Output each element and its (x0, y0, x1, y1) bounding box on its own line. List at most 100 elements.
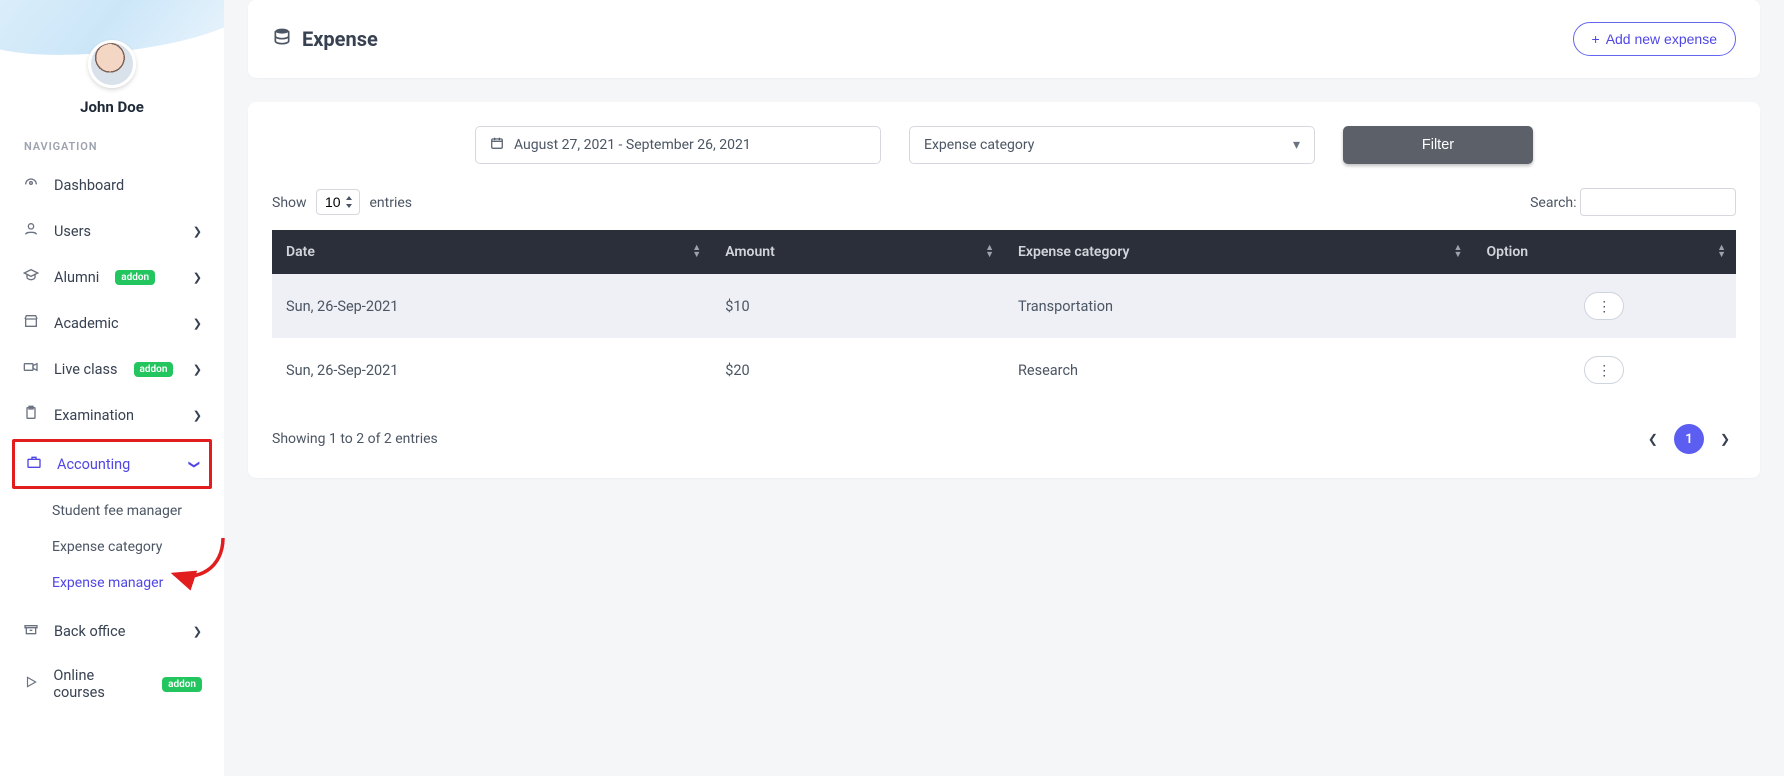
cell-category: Transportation (1004, 274, 1472, 338)
avatar[interactable] (88, 40, 136, 88)
archive-icon (22, 621, 40, 641)
chevron-right-icon: ❯ (193, 271, 202, 284)
page-current[interactable]: 1 (1674, 424, 1704, 454)
chevron-right-icon: ❯ (193, 409, 202, 422)
col-category-label: Expense category (1018, 244, 1129, 260)
sidebar-item-online-courses[interactable]: Online courses addon (12, 655, 212, 713)
sidebar-hero: John Doe (0, 0, 224, 116)
caret-down-icon: ▾ (1293, 137, 1300, 153)
subnav-expense-category[interactable]: Expense category (34, 529, 212, 565)
gauge-icon (22, 175, 40, 195)
nav-heading: NAVIGATION (0, 116, 224, 161)
page-prev[interactable]: ❮ (1642, 428, 1664, 450)
col-option[interactable]: Option ▲▼ (1472, 230, 1736, 274)
sidebar-item-academic[interactable]: Academic ❯ (12, 301, 212, 345)
accounting-subnav: Student fee manager Expense category Exp… (12, 493, 212, 601)
page-header: Expense + Add new expense (248, 0, 1760, 78)
sidebar-item-back-office[interactable]: Back office ❯ (12, 609, 212, 653)
store-icon (22, 313, 40, 333)
col-option-label: Option (1486, 244, 1528, 260)
col-category[interactable]: Expense category ▲▼ (1004, 230, 1472, 274)
subnav-student-fee-manager[interactable]: Student fee manager (34, 493, 212, 529)
search-label: Search: (1530, 195, 1576, 211)
search-input[interactable] (1580, 188, 1736, 216)
addon-badge: addon (134, 362, 174, 377)
sidebar-item-label: Academic (54, 315, 119, 332)
length-prefix: Show (272, 195, 307, 211)
col-amount[interactable]: Amount ▲▼ (711, 230, 1004, 274)
sidebar-item-label: Examination (54, 407, 134, 424)
cell-category: Research (1004, 338, 1472, 402)
chevron-right-icon: ❯ (193, 317, 202, 330)
calendar-icon (490, 136, 504, 154)
cell-date: Sun, 26-Sep-2021 (272, 274, 711, 338)
sidebar-item-label: Live class (54, 361, 118, 378)
plus-icon: + (1592, 31, 1600, 47)
length-control: Show 10 entries (272, 189, 412, 215)
sidebar: John Doe NAVIGATION Dashboard Users ❯ (0, 0, 224, 776)
expense-card: August 27, 2021 - September 26, 2021 Exp… (248, 102, 1760, 478)
page-next[interactable]: ❯ (1714, 428, 1736, 450)
category-placeholder: Expense category (924, 137, 1034, 153)
table-row: Sun, 26-Sep-2021 $10 Transportation ⋮ (272, 274, 1736, 338)
dots-vertical-icon: ⋮ (1597, 362, 1611, 379)
sort-icon: ▲▼ (1454, 245, 1463, 259)
sort-icon: ▲▼ (692, 245, 701, 259)
sidebar-item-accounting[interactable]: Accounting ❯ (12, 439, 212, 489)
filter-button[interactable]: Filter (1343, 126, 1533, 164)
cell-option: ⋮ (1472, 274, 1736, 338)
sidebar-item-label: Alumni (54, 269, 99, 286)
video-icon (22, 359, 40, 379)
chevron-right-icon: ❯ (193, 625, 202, 638)
row-options-button[interactable]: ⋮ (1584, 356, 1624, 384)
play-icon (22, 675, 39, 693)
table-row: Sun, 26-Sep-2021 $20 Research ⋮ (272, 338, 1736, 402)
search-control: Search: (1530, 188, 1736, 216)
sidebar-item-label: Accounting (57, 456, 130, 473)
col-amount-label: Amount (725, 244, 775, 260)
addon-badge: addon (162, 677, 202, 692)
chevron-right-icon: ❯ (193, 363, 202, 376)
sidebar-item-label: Online courses (53, 667, 146, 701)
cell-option: ⋮ (1472, 338, 1736, 402)
briefcase-icon (25, 454, 43, 474)
table-info: Showing 1 to 2 of 2 entries (272, 431, 438, 447)
chevron-right-icon: ❯ (193, 225, 202, 238)
user-icon (22, 221, 40, 241)
page-title: Expense (302, 27, 378, 51)
cell-amount: $20 (711, 338, 1004, 402)
dots-vertical-icon: ⋮ (1597, 298, 1611, 315)
table-controls: Show 10 entries Search: (272, 188, 1736, 216)
filter-row: August 27, 2021 - September 26, 2021 Exp… (272, 126, 1736, 164)
length-suffix: entries (370, 195, 413, 211)
sort-icon: ▲▼ (985, 245, 994, 259)
sidebar-item-examination[interactable]: Examination ❯ (12, 393, 212, 437)
category-select[interactable]: Expense category ▾ (909, 126, 1315, 164)
col-date[interactable]: Date ▲▼ (272, 230, 711, 274)
database-icon (272, 27, 292, 51)
row-options-button[interactable]: ⋮ (1584, 292, 1624, 320)
chevron-down-icon: ❯ (188, 459, 201, 468)
sidebar-item-alumni[interactable]: Alumni addon ❯ (12, 255, 212, 299)
sidebar-item-dashboard[interactable]: Dashboard (12, 163, 212, 207)
expense-table: Date ▲▼ Amount ▲▼ Expense category ▲▼ (272, 230, 1736, 402)
graduation-icon (22, 267, 40, 287)
addon-badge: addon (115, 270, 155, 285)
date-range-input[interactable]: August 27, 2021 - September 26, 2021 (475, 126, 881, 164)
add-expense-label: Add new expense (1606, 31, 1717, 47)
sidebar-item-live-class[interactable]: Live class addon ❯ (12, 347, 212, 391)
length-select[interactable]: 10 (316, 189, 360, 215)
cell-date: Sun, 26-Sep-2021 (272, 338, 711, 402)
sidebar-item-label: Dashboard (54, 177, 124, 194)
cell-amount: $10 (711, 274, 1004, 338)
subnav-expense-manager[interactable]: Expense manager (34, 565, 212, 601)
main: Expense + Add new expense August 27, 202… (224, 0, 1784, 776)
sidebar-item-label: Users (54, 223, 91, 240)
date-range-value: August 27, 2021 - September 26, 2021 (514, 137, 751, 153)
pager: ❮ 1 ❯ (1642, 424, 1736, 454)
add-expense-button[interactable]: + Add new expense (1573, 22, 1737, 56)
sidebar-item-users[interactable]: Users ❯ (12, 209, 212, 253)
col-date-label: Date (286, 244, 315, 260)
sidebar-item-label: Back office (54, 623, 125, 640)
clipboard-icon (22, 405, 40, 425)
